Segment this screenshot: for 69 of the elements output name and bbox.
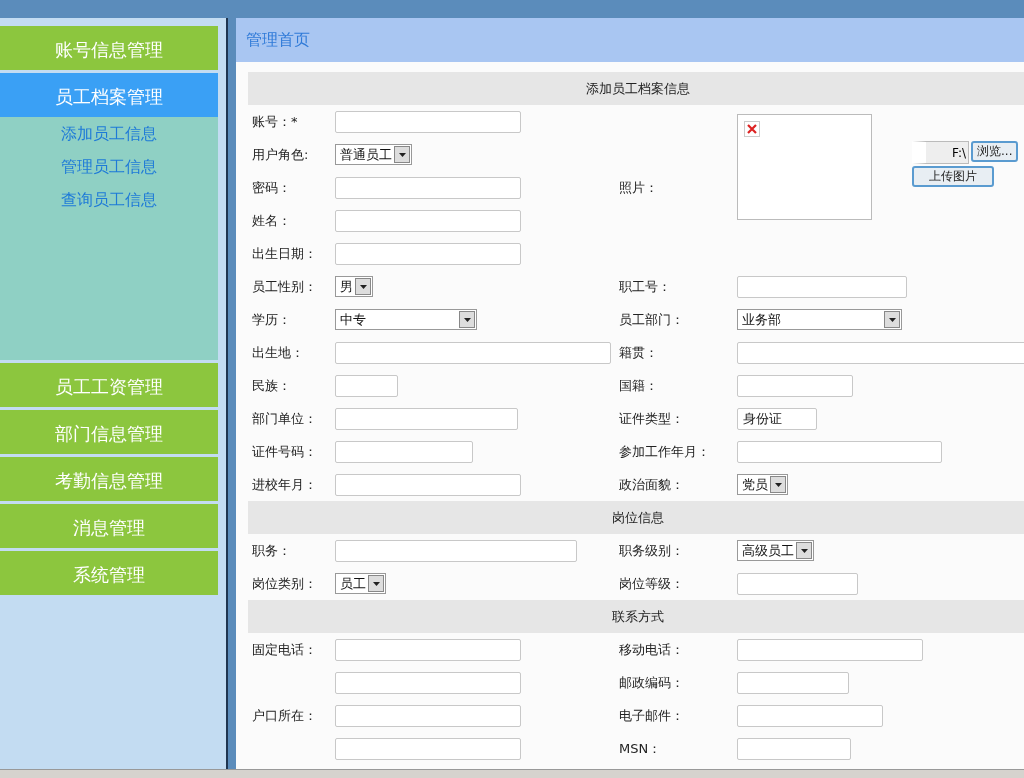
input-field[interactable] xyxy=(335,242,521,265)
input-field[interactable] xyxy=(335,176,521,199)
broken-image-icon xyxy=(744,121,760,137)
input-field[interactable] xyxy=(335,374,398,397)
field-label: 用户角色: xyxy=(252,145,309,164)
field-label: 证件号码： xyxy=(252,442,317,461)
input-field[interactable] xyxy=(335,704,521,727)
field-label: 国籍： xyxy=(619,376,658,395)
field-label: 政治面貌： xyxy=(619,475,684,494)
section-header: 联系方式 xyxy=(248,600,1024,633)
field-label: 岗位等级： xyxy=(619,574,684,593)
dropdown[interactable]: 业务部 xyxy=(737,309,902,330)
panel-title: 管理首页 xyxy=(236,18,1024,62)
dropdown[interactable]: 中专 xyxy=(335,309,477,330)
field-label: 账号：* xyxy=(252,112,298,131)
input-field[interactable] xyxy=(335,341,611,364)
input-field[interactable] xyxy=(737,737,851,760)
dropdown[interactable]: 高级员工 xyxy=(737,540,814,561)
input-field[interactable] xyxy=(335,209,521,232)
field-label: 员工性别： xyxy=(252,277,317,296)
section-header: 添加员工档案信息 xyxy=(248,72,1024,105)
field-label: 照片： xyxy=(619,178,658,197)
dropdown[interactable]: 党员 xyxy=(737,474,788,495)
file-path-field[interactable]: F:\ xyxy=(912,141,969,164)
field-label: 进校年月： xyxy=(252,475,317,494)
field-label: 出生日期： xyxy=(252,244,317,263)
input-field[interactable] xyxy=(737,275,907,298)
dropdown[interactable]: 男 xyxy=(335,276,373,297)
field-label: 学历： xyxy=(252,310,291,329)
upload-button[interactable]: 上传图片 xyxy=(912,166,994,187)
section-header: 岗位信息 xyxy=(248,501,1024,534)
input-field[interactable] xyxy=(737,374,853,397)
field-label: 职工号： xyxy=(619,277,671,296)
input-field[interactable] xyxy=(737,671,849,694)
field-label: 部门单位： xyxy=(252,409,317,428)
input-field[interactable] xyxy=(335,110,521,133)
dropdown[interactable]: 普通员工 xyxy=(335,144,412,165)
field-label: 邮政编码： xyxy=(619,673,684,692)
field-label: 电子邮件： xyxy=(619,706,684,725)
field-label: 员工部门： xyxy=(619,310,684,329)
field-label: 参加工作年月： xyxy=(619,442,710,461)
input-field[interactable] xyxy=(737,704,883,727)
field-label: 姓名： xyxy=(252,211,291,230)
input-field[interactable] xyxy=(737,572,858,595)
field-label: 出生地： xyxy=(252,343,304,362)
field-label: 职务级别： xyxy=(619,541,684,560)
input-field[interactable] xyxy=(737,341,1024,364)
input-field[interactable] xyxy=(737,440,942,463)
dropdown[interactable]: 员工 xyxy=(335,573,386,594)
input-field[interactable] xyxy=(335,440,473,463)
input-field[interactable] xyxy=(335,671,521,694)
browse-button[interactable]: 浏览... xyxy=(971,141,1019,162)
field-label: 固定电话： xyxy=(252,640,317,659)
input-field[interactable] xyxy=(335,737,521,760)
field-label: 证件类型： xyxy=(619,409,684,428)
field-label: 户口所在： xyxy=(252,706,317,725)
field-label: MSN： xyxy=(619,739,662,758)
field-label: 籍贯： xyxy=(619,343,658,362)
input-field[interactable] xyxy=(335,638,521,661)
field-label: 民族： xyxy=(252,376,291,395)
field-label: 职务： xyxy=(252,541,291,560)
input-field[interactable] xyxy=(335,473,521,496)
field-label: 移动电话： xyxy=(619,640,684,659)
input-field[interactable] xyxy=(335,407,518,430)
field-label: 密码： xyxy=(252,178,291,197)
input-field[interactable] xyxy=(335,539,577,562)
input-field[interactable] xyxy=(737,638,923,661)
input-field[interactable]: 身份证 xyxy=(737,407,817,430)
field-label: 岗位类别： xyxy=(252,574,317,593)
